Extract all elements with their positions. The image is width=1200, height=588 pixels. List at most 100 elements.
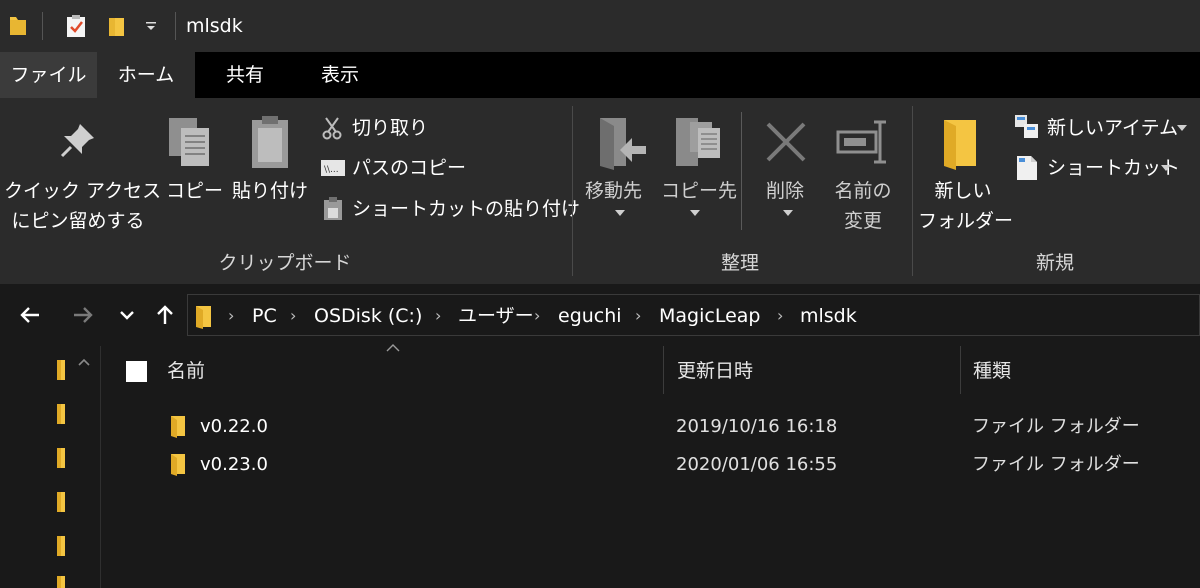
rename-label-line1: 名前の [834, 180, 892, 202]
address-bar[interactable]: › PC › OSDisk (C:) › ユーザー › eguchi › Mag… [187, 294, 1200, 336]
pin-label-line1: クイック アクセス [4, 180, 162, 202]
new-folder-label-line1: 新しい [934, 180, 992, 202]
new-folder-quick-icon[interactable] [103, 12, 129, 40]
scroll-up-icon[interactable] [78, 358, 90, 366]
folder-icon[interactable] [56, 490, 66, 514]
new-item-icon [1015, 115, 1038, 138]
file-modified: 2020/01/06 16:55 [676, 454, 838, 475]
chevron-right-icon: › [290, 306, 297, 325]
tab-file[interactable]: ファイル [0, 52, 97, 98]
group-divider [912, 106, 913, 276]
copy-to-icon [676, 118, 720, 166]
ribbon: クイック アクセス にピン留めする コピー 貼り付け 切り取り \\... パス… [0, 98, 1200, 284]
sort-ascending-icon [386, 344, 400, 352]
new-folder-icon [944, 120, 976, 170]
folder-icon [171, 454, 185, 476]
column-header-name[interactable]: 名前 [167, 358, 205, 384]
column-header-modified[interactable]: 更新日時 [677, 358, 753, 384]
new-item-dropdown-icon [1177, 125, 1187, 131]
chevron-right-icon: › [534, 306, 541, 325]
copy-label: コピー [166, 180, 224, 202]
breadcrumb-osdisk[interactable]: OSDisk (C:) [314, 303, 422, 329]
customize-dropdown-icon[interactable] [140, 12, 162, 40]
window-title: mlsdk [186, 15, 243, 37]
divider [175, 12, 176, 40]
back-button[interactable] [15, 300, 45, 330]
shortcut-icon [1017, 156, 1037, 180]
group-divider [572, 106, 573, 276]
file-name: v0.22.0 [200, 416, 268, 437]
tab-share[interactable]: 共有 [205, 52, 285, 98]
column-header-type[interactable]: 種類 [973, 358, 1011, 384]
folder-icon [196, 306, 211, 329]
ribbon-tabs: ファイル ホーム 共有 表示 [0, 52, 1200, 98]
rename-label-line2: 変更 [843, 210, 882, 232]
properties-icon[interactable] [62, 12, 90, 40]
path-icon: \\... [321, 160, 345, 176]
copy-icon [169, 118, 209, 166]
select-all-checkbox[interactable] [126, 361, 147, 382]
breadcrumb-eguchi[interactable]: eguchi [558, 303, 622, 329]
divider [741, 112, 742, 230]
move-to-dropdown-icon [615, 210, 625, 216]
chevron-right-icon: › [635, 306, 642, 325]
copy-to-label: コピー先 [661, 180, 738, 202]
folder-icon[interactable] [56, 534, 66, 558]
move-to-icon [600, 118, 646, 170]
delete-icon [766, 122, 806, 162]
paste-shortcut-icon [324, 197, 342, 220]
new-folder-label-line2: フォルダー [918, 210, 1014, 232]
breadcrumb-mlsdk[interactable]: mlsdk [800, 303, 857, 329]
chevron-down-icon [120, 311, 134, 320]
paste-label: 貼り付け [232, 180, 309, 202]
svg-text:\\...: \\... [324, 165, 339, 175]
file-list: 名前 更新日時 種類 v0.22.0 2019/10/16 16:18 ファイル… [101, 344, 1200, 588]
up-button[interactable] [150, 300, 180, 330]
cut-label: 切り取り [352, 117, 429, 139]
folder-icon[interactable] [56, 574, 66, 588]
clipboard-icon [252, 116, 288, 168]
column-divider[interactable] [960, 346, 961, 394]
new-group-label: 新規 [1035, 252, 1074, 274]
copy-path-label: パスのコピー [352, 157, 467, 179]
delete-label: 削除 [766, 180, 805, 202]
file-name: v0.23.0 [200, 454, 268, 475]
breadcrumb-pc[interactable]: PC [252, 303, 277, 329]
rename-icon [836, 120, 886, 164]
file-modified: 2019/10/16 16:18 [676, 416, 838, 437]
paste-shortcut-label: ショートカットの貼り付け [352, 198, 581, 220]
forward-arrow-icon [74, 307, 93, 323]
breadcrumb-magicleap[interactable]: MagicLeap [659, 303, 760, 329]
delete-dropdown-icon [783, 210, 793, 216]
pin-icon [60, 124, 94, 158]
title-bar: mlsdk [0, 0, 1200, 52]
organize-group-label: 整理 [720, 252, 759, 274]
chevron-right-icon: › [228, 306, 235, 325]
column-divider[interactable] [663, 346, 664, 394]
tab-view[interactable]: 表示 [300, 52, 380, 98]
divider [42, 12, 43, 40]
breadcrumb-users[interactable]: ユーザー [458, 303, 534, 329]
chevron-right-icon: › [435, 306, 442, 325]
folder-icon[interactable] [56, 402, 66, 426]
clipboard-group-label: クリップボード [218, 252, 352, 274]
folder-icon[interactable] [56, 358, 66, 382]
shortcut-dropdown-icon [1161, 165, 1171, 171]
navigation-bar: › PC › OSDisk (C:) › ユーザー › eguchi › Mag… [0, 284, 1200, 346]
tab-home[interactable]: ホーム [97, 52, 195, 98]
folder-icon [171, 416, 185, 438]
scissors-icon [322, 117, 342, 140]
back-arrow-icon [20, 307, 39, 323]
copy-to-dropdown-icon [690, 210, 700, 216]
navigation-pane[interactable] [0, 346, 100, 588]
move-to-label: 移動先 [585, 180, 643, 202]
folder-icon[interactable] [6, 12, 30, 40]
forward-button[interactable] [68, 300, 98, 330]
new-item-label: 新しいアイテム [1047, 117, 1179, 139]
file-type: ファイル フォルダー [972, 454, 1140, 475]
chevron-right-icon: › [777, 306, 784, 325]
recent-locations-button[interactable] [112, 300, 142, 330]
file-type: ファイル フォルダー [972, 416, 1140, 437]
folder-icon[interactable] [56, 446, 66, 470]
up-arrow-icon [157, 305, 173, 324]
